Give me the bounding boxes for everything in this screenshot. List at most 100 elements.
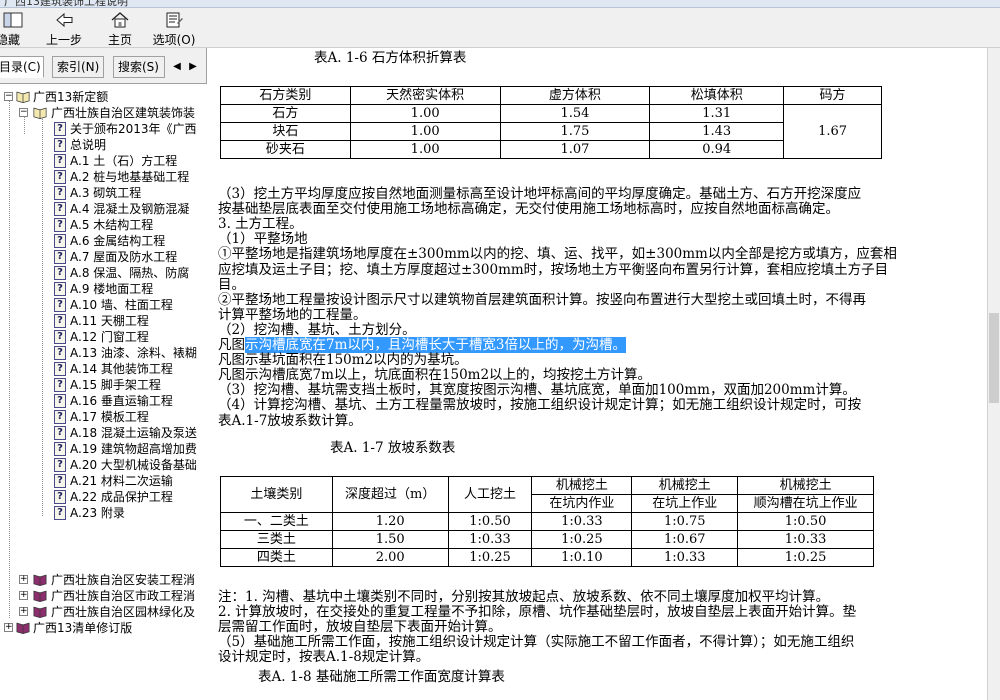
options-button[interactable]: 选项(O): [151, 11, 197, 47]
tree-item-page[interactable]: ? A.13 油漆、涂料、裱糊: [0, 345, 207, 361]
tree-item-page[interactable]: ? A.5 木结构工程: [0, 217, 207, 233]
tree-item-label: A.14 其他装饰工程: [70, 362, 173, 376]
table-cell: 1:0.75: [631, 512, 739, 531]
expand-icon[interactable]: +: [19, 591, 28, 600]
table-cell: 1.20: [331, 512, 449, 531]
collapse-icon[interactable]: −: [4, 92, 13, 101]
tab-contents[interactable]: 目录(C): [0, 56, 44, 78]
doc-text-line: 凡图示基坑面积在150m2以内的为基坑。: [218, 352, 468, 369]
table-cell: 1:0.10: [531, 548, 633, 567]
back-button[interactable]: 上一步: [42, 11, 86, 47]
doc-text-line: （5）基础施工所需工作面，按施工组织设计规定计算（实际施工不留工作面者，不得计算…: [218, 634, 855, 651]
tree-item-page[interactable]: ? 总说明: [0, 137, 207, 153]
tree-item-label: A.15 脚手架工程: [70, 378, 161, 392]
tab-index[interactable]: 索引(N): [52, 56, 104, 78]
table-row: 一、二类土 1.20 1:0.50 1:0.33 1:0.75 1:0.50: [220, 512, 874, 531]
hide-button-label: 隐藏: [0, 33, 20, 47]
help-page-icon: ?: [54, 506, 66, 520]
collapse-icon[interactable]: −: [19, 108, 28, 117]
tree-item-page[interactable]: ? A.6 金属结构工程: [0, 233, 207, 249]
tree-item-page[interactable]: ? A.2 桩与地基基础工程: [0, 169, 207, 185]
tree-item-page[interactable]: ? A.21 材料二次运输: [0, 473, 207, 489]
tree-item-page[interactable]: ? A.3 砌筑工程: [0, 185, 207, 201]
tab-search-label: 搜索(S): [118, 60, 159, 74]
tree-item-page[interactable]: ? A.10 墙、柱面工程: [0, 297, 207, 313]
tab-scroll-left-button[interactable]: ◀: [170, 59, 184, 75]
vertical-scrollbar[interactable]: [987, 48, 1000, 700]
tree-item-label: A.11 天棚工程: [70, 314, 149, 328]
table-cell: 三类土: [220, 530, 333, 549]
tree-item-page[interactable]: ? A.15 脚手架工程: [0, 377, 207, 393]
table-row: 石方 1.00 1.54 1.31 1.67: [220, 104, 882, 159]
help-page-icon: ?: [54, 138, 66, 152]
tree-item-page[interactable]: ? A.7 屋面及防水工程: [0, 249, 207, 265]
table-cell: 1:0.50: [447, 512, 533, 531]
tree-item-root[interactable]: − 广西13新定额: [0, 89, 207, 105]
tree-item-book[interactable]: − 广西壮族自治区建筑装饰装: [0, 105, 207, 121]
table-title: 表A. 1-6 石方体积折算表: [314, 50, 467, 66]
doc-text-line: 2. 计算放坡时，在交接处的重复工程量不予扣除，原槽、坑作基础垫层时，放坡自垫层…: [218, 604, 857, 621]
tab-scroll-right-button[interactable]: ▶: [186, 59, 200, 75]
table-header-cell: 顺沟槽在坑上作业: [737, 494, 874, 513]
tab-index-label: 索引(N): [57, 60, 100, 74]
table-cell: 石方: [220, 104, 351, 123]
expand-icon[interactable]: +: [19, 607, 28, 616]
tree-item-page[interactable]: ? A.4 混凝土及钢筋混凝: [0, 201, 207, 217]
help-page-icon: ?: [54, 154, 66, 168]
tree-item-page[interactable]: ? A.20 大型机械设备基础: [0, 457, 207, 473]
table-header-cell: 土壤类别: [220, 476, 333, 513]
tab-search[interactable]: 搜索(S): [113, 56, 165, 78]
tree-item-label: A.20 大型机械设备基础: [70, 458, 197, 472]
help-page-icon: ?: [54, 346, 66, 360]
tree-item-page[interactable]: ? A.17 模板工程: [0, 409, 207, 425]
table-cell: 1:0.33: [631, 548, 739, 567]
help-page-icon: ?: [54, 170, 66, 184]
table-cell: 1:0.50: [737, 512, 874, 531]
options-icon: [166, 12, 183, 28]
help-page-icon: ?: [54, 250, 66, 264]
tree-item-page[interactable]: ? A.12 门窗工程: [0, 329, 207, 345]
expand-icon[interactable]: +: [4, 623, 13, 632]
text-selection[interactable]: 示沟槽底宽在7m以内，且沟槽长大于槽宽3倍以上的，为沟槽。: [245, 337, 626, 353]
home-button[interactable]: 主页: [100, 11, 140, 47]
tab-contents-label: 目录(C): [0, 60, 41, 74]
tree-item-label: A.21 材料二次运输: [70, 474, 173, 488]
scrollbar-thumb[interactable]: [989, 313, 999, 403]
tree-item-page[interactable]: ? 关于颁布2013年《广西: [0, 121, 207, 137]
help-page-icon: ?: [54, 282, 66, 296]
table-cell: 1.00: [349, 122, 501, 141]
tree-item-book[interactable]: + 广西壮族自治区园林绿化及: [0, 604, 207, 620]
tree-item-page[interactable]: ? A.14 其他装饰工程: [0, 361, 207, 377]
tree-item-page[interactable]: ? A.23 附录: [0, 505, 207, 521]
tree-item-label: A.16 垂直运输工程: [70, 394, 173, 408]
help-page-icon: ?: [54, 458, 66, 472]
table-header-cell: 机械挖土: [531, 476, 633, 495]
table-cell: 1.07: [499, 140, 651, 159]
table-cell: 1.54: [499, 104, 651, 123]
tree-item-page[interactable]: ? A.11 天棚工程: [0, 313, 207, 329]
tree-item-book[interactable]: + 广西壮族自治区安装工程消: [0, 572, 207, 588]
tree-item-root[interactable]: + 广西13清单修订版: [0, 620, 207, 636]
tree-item-label: A.2 桩与地基基础工程: [70, 170, 190, 184]
tree-item-book[interactable]: + 广西壮族自治区市政工程消: [0, 588, 207, 604]
text-run: 凡图: [218, 337, 245, 353]
tree-item-page[interactable]: ? A.8 保温、隔热、防腐: [0, 265, 207, 281]
tree-item-page[interactable]: ? A.9 楼地面工程: [0, 281, 207, 297]
doc-text-line: 计算平整场地的工程量。: [218, 306, 367, 323]
tree-item-page[interactable]: ? A.1 土（石）方工程: [0, 153, 207, 169]
help-page-icon: ?: [54, 330, 66, 344]
book-icon: [33, 574, 47, 586]
tree-item-page[interactable]: ? A.22 成品保护工程: [0, 489, 207, 505]
help-page-icon: ?: [54, 122, 66, 136]
tree-item-page[interactable]: ? A.16 垂直运输工程: [0, 393, 207, 409]
doc-text-line-selected: 凡图示沟槽底宽在7m以内，且沟槽长大于槽宽3倍以上的，为沟槽。: [218, 337, 626, 353]
tree-item-page[interactable]: ? A.19 建筑物超高增加费: [0, 441, 207, 457]
tree-item-page[interactable]: ? A.18 混凝土运输及泵送: [0, 425, 207, 441]
help-page-icon: ?: [54, 314, 66, 328]
expand-icon[interactable]: +: [19, 575, 28, 584]
table-header-row: 石方类别 天然密实体积 虚方体积 松填体积 码方: [220, 86, 882, 105]
tree-item-label: A.19 建筑物超高增加费: [70, 442, 197, 456]
tree-item-label: 广西壮族自治区市政工程消: [51, 589, 196, 603]
book-icon: [33, 107, 47, 119]
hide-button[interactable]: 隐藏: [0, 11, 26, 47]
